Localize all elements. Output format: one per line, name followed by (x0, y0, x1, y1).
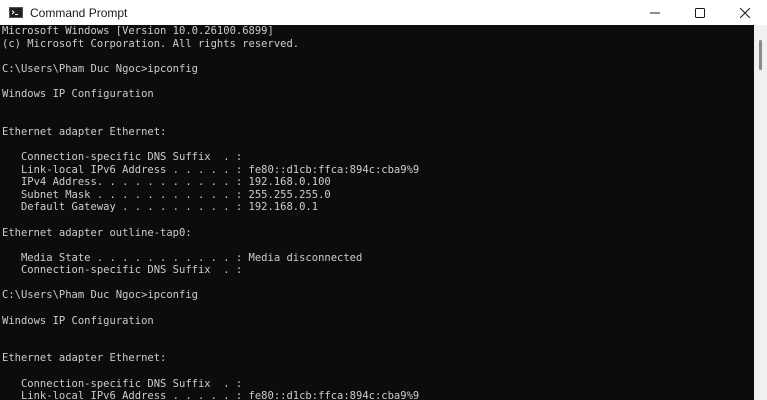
close-button[interactable] (722, 0, 767, 25)
console-line: C:\Users\Pham Duc Ngoc>ipconfig (2, 289, 198, 302)
console-line: Connection-specific DNS Suffix . : (2, 377, 243, 390)
console-line: Ethernet adapter outline-tap0: (2, 226, 192, 239)
console-output[interactable]: Microsoft Windows [Version 10.0.26100.68… (0, 25, 754, 400)
scrollbar[interactable] (754, 25, 767, 400)
console-line: Microsoft Windows [Version 10.0.26100.68… (2, 25, 274, 37)
console-line: Default Gateway . . . . . . . . . : 192.… (2, 201, 319, 214)
console-line: Link-local IPv6 Address . . . . . : fe80… (2, 163, 420, 176)
console-line: Ethernet adapter Ethernet: (2, 125, 167, 138)
console-line: Connection-specific DNS Suffix . : (2, 150, 243, 163)
cmd-icon (9, 7, 23, 18)
maximize-icon (694, 7, 705, 18)
console-line: Windows IP Configuration (2, 314, 154, 327)
console-line: Link-local IPv6 Address . . . . . : fe80… (2, 390, 420, 400)
window-controls (632, 0, 767, 25)
title-bar[interactable]: Command Prompt (0, 0, 767, 25)
console-line: Connection-specific DNS Suffix . : (2, 264, 243, 277)
console-line: Windows IP Configuration (2, 87, 154, 100)
minimize-icon (649, 12, 660, 13)
command-prompt-window: Command Prompt Microsoft Windows [Versio… (0, 0, 767, 400)
scrollbar-thumb[interactable] (759, 40, 762, 70)
console-text: Microsoft Windows [Version 10.0.26100.68… (0, 25, 754, 400)
console-line: C:\Users\Pham Duc Ngoc>ipconfig (2, 62, 198, 75)
console-line: (c) Microsoft Corporation. All rights re… (2, 37, 300, 50)
console-line: Subnet Mask . . . . . . . . . . . : 255.… (2, 188, 331, 201)
minimize-button[interactable] (632, 0, 677, 25)
close-icon (739, 7, 750, 18)
console-line: IPv4 Address. . . . . . . . . . . : 192.… (2, 176, 331, 189)
console-line: Media State . . . . . . . . . . . : Medi… (2, 251, 363, 264)
console-line: Ethernet adapter Ethernet: (2, 352, 167, 365)
window-title: Command Prompt (30, 5, 128, 20)
maximize-button[interactable] (677, 0, 722, 25)
